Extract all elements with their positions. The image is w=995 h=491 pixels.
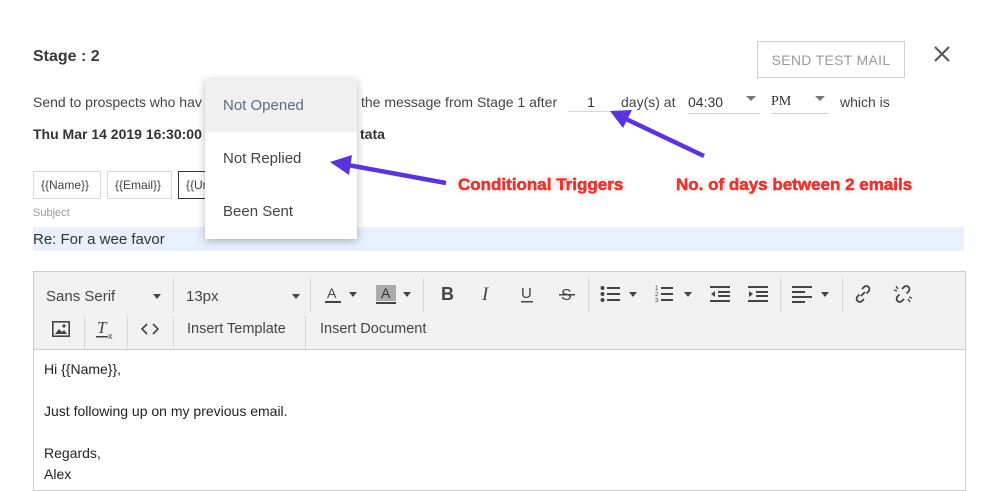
arrow-to-days xyxy=(610,110,705,159)
arrow-to-triggers xyxy=(330,155,447,186)
annotation-arrows xyxy=(330,110,705,186)
annotation-conditional-triggers: Conditional Triggers xyxy=(458,175,624,195)
annotation-days-between-emails: No. of days between 2 emails xyxy=(676,175,913,195)
